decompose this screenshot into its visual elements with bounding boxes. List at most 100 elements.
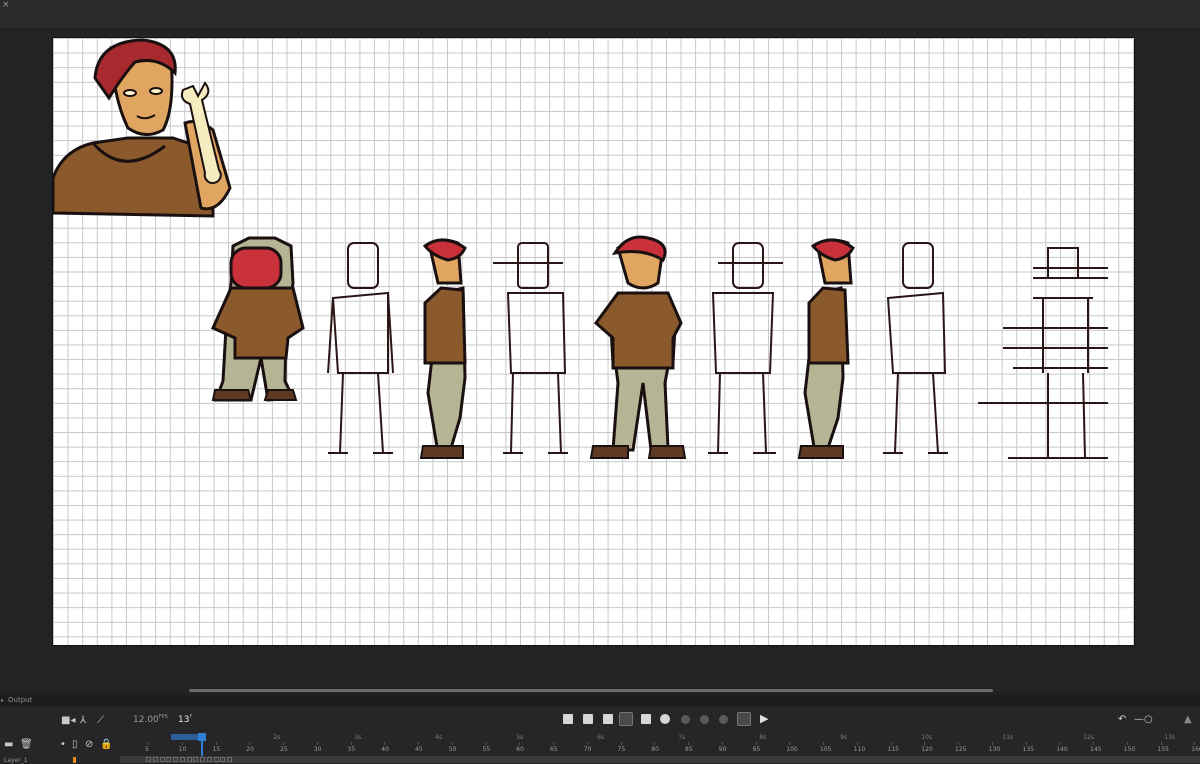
layer-color-marker: [73, 757, 76, 763]
keyframe-cell[interactable]: [193, 757, 199, 762]
ruler-tick: [418, 742, 419, 745]
ruler-frame-label: 35: [347, 746, 356, 753]
step-icon[interactable]: [603, 714, 613, 724]
zoom-slider-icon[interactable]: —○: [1134, 714, 1153, 726]
ruler-tick: [991, 742, 993, 745]
keyframe-cell[interactable]: [213, 757, 219, 762]
ruler-frame-label: 120: [921, 746, 933, 753]
keyframe-cell[interactable]: [206, 757, 212, 762]
graph-icon[interactable]: ⟋: [97, 715, 104, 727]
ruler-tick: [553, 742, 554, 745]
collapse-arrow-icon[interactable]: ▸: [1, 697, 4, 704]
ruler-tick: [316, 742, 318, 745]
ruler-tick: [249, 742, 251, 745]
layer-frames[interactable]: [120, 756, 1200, 763]
frame-value: 13: [178, 715, 190, 725]
play-icon[interactable]: ▶: [760, 712, 768, 725]
ruler-tick: [890, 742, 892, 745]
disabled-control-icon: [681, 715, 690, 724]
ruler-second-label: 5s: [516, 734, 524, 741]
ruler-second-label: 11s: [1002, 734, 1014, 741]
disabled-control-icon: [700, 715, 709, 724]
ruler-tick: [823, 742, 824, 745]
ruler-second-label: 4s: [435, 734, 443, 741]
keyframe-cell[interactable]: [186, 757, 192, 762]
ruler-second-label: 6s: [597, 734, 605, 741]
ruler-frame-label: 130: [988, 746, 1001, 753]
undo-icon[interactable]: ↶: [1118, 714, 1126, 726]
keyframe-cell[interactable]: [152, 757, 158, 762]
ruler-tick: [181, 742, 183, 745]
keyframe-cell[interactable]: [146, 757, 151, 762]
ruler-second-label: 13s: [1164, 734, 1176, 741]
ruler-frame-label: 30: [313, 746, 322, 753]
fps-unit: FPS: [158, 714, 168, 720]
ruler-tick: [958, 742, 959, 745]
keyframe-cell[interactable]: [179, 757, 185, 762]
ruler-frame-label: 70: [583, 746, 592, 753]
ruler-second-label: 7s: [678, 734, 686, 741]
ruler-tick: [283, 742, 284, 745]
front-view-figure: [589, 235, 687, 459]
lock-icon[interactable]: 🔒: [100, 739, 112, 751]
layer-parent-icon[interactable]: ⅄: [80, 715, 86, 727]
step-back-icon[interactable]: [583, 714, 593, 724]
new-folder-icon[interactable]: ▬: [4, 739, 13, 751]
record-icon[interactable]: [660, 714, 670, 724]
keyframe-cell[interactable]: [159, 757, 165, 762]
ruler-second-label: 10s: [921, 734, 933, 741]
current-frame-readout[interactable]: 13F: [178, 714, 192, 725]
horizontal-scrollbar[interactable]: [189, 689, 993, 692]
trash-icon[interactable]: 🗑: [20, 739, 33, 751]
ruler-frame-label: 105: [820, 746, 832, 753]
ruler-frame-label: 65: [550, 746, 558, 753]
ruler-tick: [1160, 742, 1162, 745]
keyframe-cell[interactable]: [173, 757, 178, 762]
ruler-frame-label: 145: [1090, 746, 1102, 753]
onion-skin-icon[interactable]: [619, 712, 633, 726]
eye-hide-icon[interactable]: ⊘: [85, 739, 93, 751]
ruler-tick: [1025, 742, 1027, 745]
ruler-second-label: 12s: [1083, 734, 1095, 741]
ruler-tick: [451, 742, 453, 745]
keyframe-cell[interactable]: [220, 757, 226, 762]
ruler-second-label: 2s: [273, 734, 281, 741]
ruler-frame-label: 155: [1157, 746, 1169, 753]
ruler-tick: [654, 742, 656, 745]
ruler-tick: [856, 742, 858, 745]
ruler-tick: [1194, 742, 1196, 745]
ruler-second-label: 3s: [354, 734, 362, 741]
camera-icon[interactable]: ■◂: [61, 715, 75, 727]
loop-icon[interactable]: [737, 712, 751, 726]
ruler-tick: [148, 742, 149, 745]
ruler-frame-label: 15: [212, 746, 221, 753]
frame-unit: F: [189, 714, 193, 720]
ruler-tick: [586, 742, 588, 745]
ruler-tick: [1059, 742, 1061, 745]
ruler-tick: [688, 742, 689, 745]
frame-ruler[interactable]: 5 10 15 20 25 30 35 40 45 50 55 60 65 70 75 80 85 90 95 100…: [120, 734, 1200, 754]
ruler-frame-label: 135: [1022, 746, 1034, 753]
keyframe-cell[interactable]: [166, 757, 172, 762]
edit-multiple-icon[interactable]: [641, 714, 651, 724]
keyframe-cell[interactable]: [227, 757, 232, 762]
ruler-tick: [620, 742, 622, 745]
ruler-tick: [755, 742, 757, 745]
ruler-frame-label: 40: [381, 746, 389, 753]
ruler-frame-label: 160: [1191, 746, 1200, 753]
keyframe-cell[interactable]: [200, 757, 205, 762]
dot-icon[interactable]: •: [60, 739, 66, 751]
mountain-icon[interactable]: ▲: [1184, 714, 1192, 726]
stop-icon[interactable]: [563, 714, 573, 724]
output-label: Output: [8, 696, 33, 704]
ruler-frame-label: 140: [1056, 746, 1068, 753]
output-panel-tab[interactable]: [0, 695, 1200, 707]
outline-icon[interactable]: ▯: [72, 739, 78, 751]
side-view-figure-2: [797, 238, 855, 459]
ruler-frame-label: 85: [685, 746, 693, 753]
drawing-canvas[interactable]: [53, 38, 1134, 645]
ruler-frame-label: 100: [786, 746, 798, 753]
fps-readout[interactable]: 12.00FPS: [133, 714, 168, 725]
back-view-figure: [211, 236, 305, 402]
close-icon[interactable]: ×: [2, 0, 10, 10]
